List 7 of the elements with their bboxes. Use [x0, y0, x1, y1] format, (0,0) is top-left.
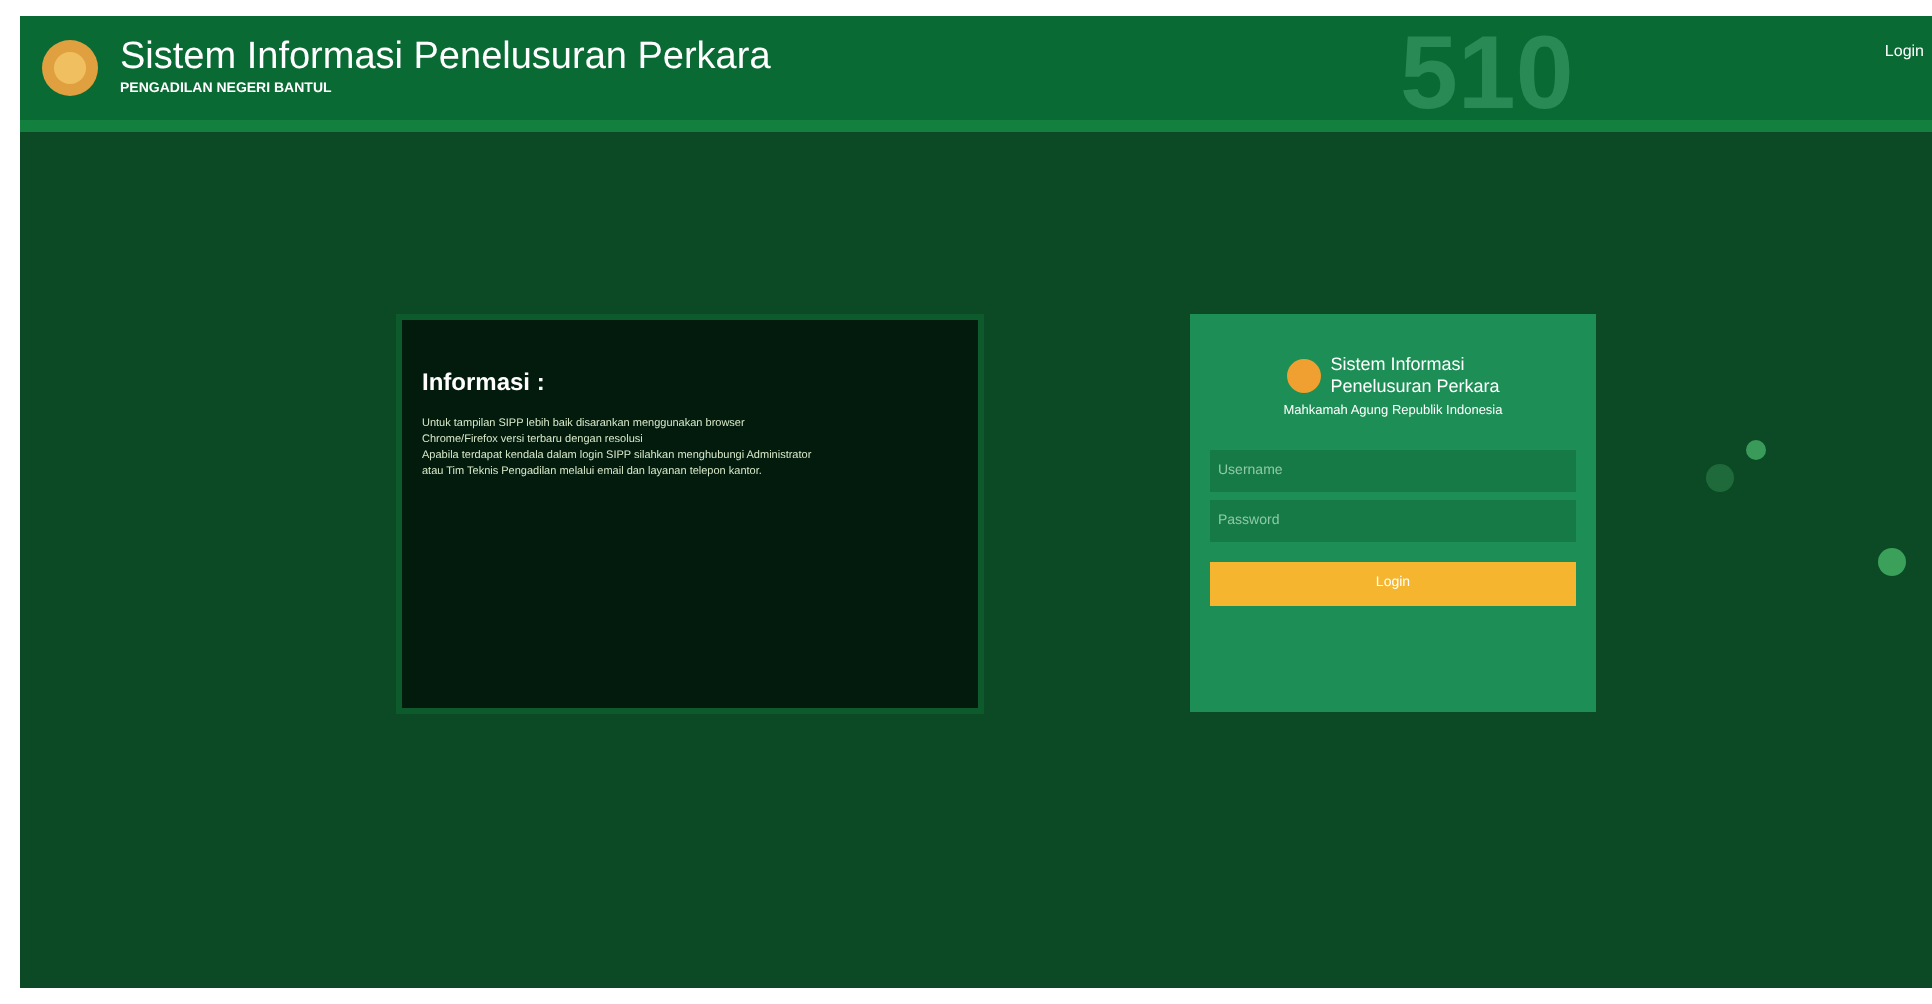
card-title: Sistem Informasi — [1330, 354, 1467, 376]
login-link[interactable]: Login — [1884, 40, 1924, 64]
card-title: Penelusuran Perkara — [1330, 376, 1500, 398]
emblem-icon — [1286, 358, 1323, 394]
app-title: Sistem Informasi Penelusuran Perkara — [120, 36, 771, 80]
emblem-icon — [40, 38, 100, 98]
info-title: Informasi : — [422, 366, 547, 400]
